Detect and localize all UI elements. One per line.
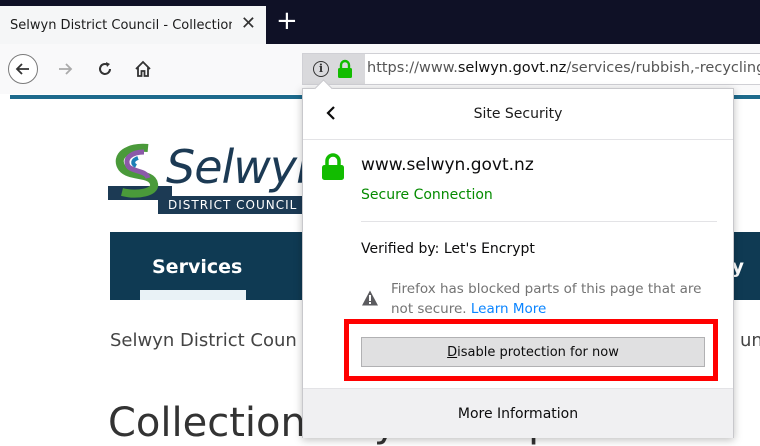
- close-tab-icon[interactable]: ✕: [241, 15, 256, 33]
- divider: [361, 221, 717, 222]
- verified-by: Verified by: Let's Encrypt: [361, 241, 535, 257]
- lock-icon: [338, 59, 352, 78]
- info-icon: i: [313, 61, 329, 77]
- tab-strip: Selwyn District Council - Collection ✕ +: [0, 0, 760, 44]
- reload-icon: [99, 62, 111, 75]
- new-tab-button[interactable]: +: [276, 8, 298, 34]
- reload-button[interactable]: [90, 54, 120, 84]
- highlight-annotation: [344, 319, 718, 381]
- site-hostname: www.selwyn.govt.nz: [361, 155, 534, 175]
- secure-lock-icon: [322, 153, 344, 180]
- nav-item-services[interactable]: Services: [152, 256, 242, 278]
- tab-title: Selwyn District Council - Collection: [10, 17, 232, 33]
- more-information-button[interactable]: More Information: [303, 388, 733, 438]
- logo-text: Selwyn: [166, 140, 325, 194]
- council-logo[interactable]: Selwyn DISTRICT COUNCIL: [108, 140, 328, 215]
- home-icon: [135, 60, 151, 77]
- breadcrumb-partial: unic: [740, 330, 760, 351]
- arrow-right-icon: [59, 63, 73, 75]
- panel-header: Site Security: [303, 89, 733, 140]
- mixed-content-message: Firefox has blocked parts of this page t…: [391, 279, 711, 319]
- site-identity-button[interactable]: i: [303, 54, 365, 84]
- url-path: /services/rubbish,-recycling: [566, 60, 760, 76]
- forward-button[interactable]: [50, 54, 80, 84]
- url-scheme: https://www.: [367, 60, 458, 76]
- tab-selwyn-collection[interactable]: Selwyn District Council - Collection ✕: [0, 6, 266, 44]
- warning-icon: [362, 290, 378, 306]
- connection-status: Secure Connection: [361, 187, 493, 203]
- url-text: https://www.selwyn.govt.nz/services/rubb…: [367, 60, 760, 76]
- url-domain: selwyn.govt.nz: [457, 60, 567, 76]
- more-information-label: More Information: [457, 405, 579, 422]
- panel-title: Site Security: [473, 106, 563, 122]
- arrow-left-icon: [15, 63, 29, 75]
- url-bar[interactable]: i https://www.selwyn.govt.nz/services/ru…: [302, 53, 760, 85]
- home-button[interactable]: [128, 54, 158, 84]
- swirl-logo-icon: [108, 143, 172, 200]
- site-security-panel: Site Security www.selwyn.govt.nz Secure …: [302, 79, 734, 438]
- nav-active-indicator: [140, 290, 246, 300]
- learn-more-link[interactable]: Learn More: [471, 301, 547, 317]
- breadcrumb[interactable]: Selwyn District Coun: [110, 330, 297, 351]
- navigation-toolbar: i https://www.selwyn.govt.nz/services/ru…: [0, 44, 760, 94]
- back-button[interactable]: [8, 54, 38, 84]
